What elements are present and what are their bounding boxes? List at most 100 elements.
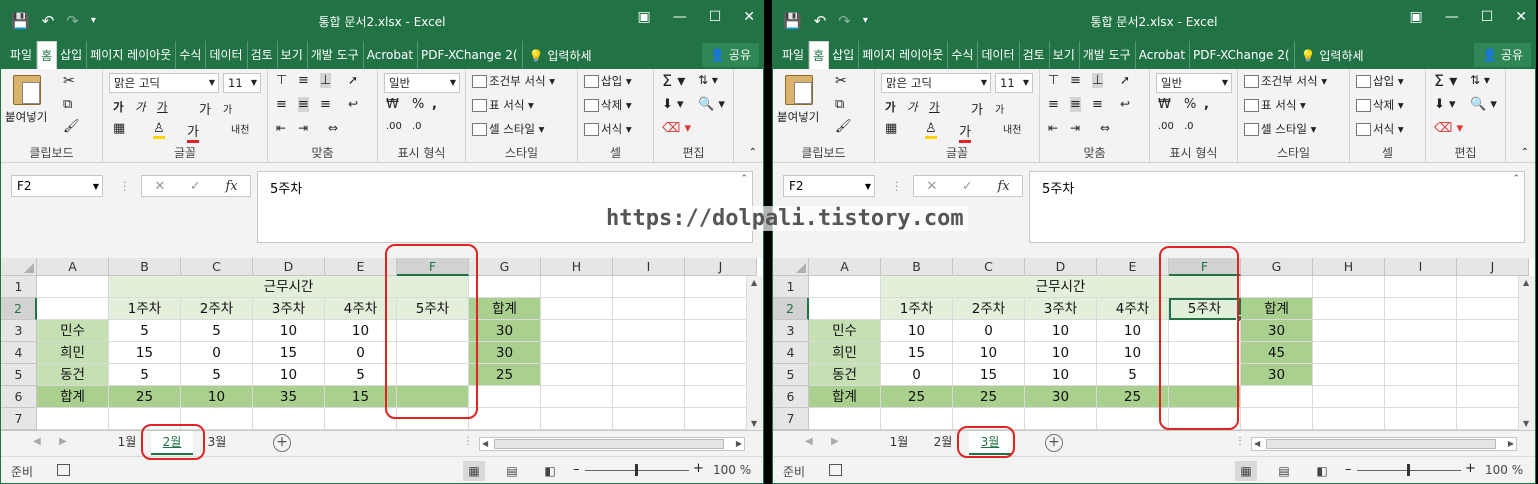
column-header[interactable]: G	[469, 258, 541, 276]
maximize-icon[interactable]: ☐	[1481, 9, 1494, 25]
column-header[interactable]: D	[1025, 258, 1097, 276]
cell[interactable]	[1313, 320, 1385, 342]
cell[interactable]: 45	[1241, 342, 1313, 364]
cell[interactable]: 동건	[37, 364, 109, 386]
styles-item-0[interactable]: 조건부 서식 ▾	[472, 73, 555, 89]
formula-bar[interactable]: 5주차 ⌃	[1029, 171, 1525, 243]
cell[interactable]: 2주차	[953, 298, 1025, 320]
column-header[interactable]: J	[1457, 258, 1529, 276]
scroll-thumb[interactable]	[494, 439, 724, 449]
cell[interactable]: 근무시간	[109, 276, 469, 298]
decrease-decimal-icon[interactable]: .0	[1184, 121, 1194, 132]
styles-item-1[interactable]: 표 서식 ▾	[1244, 97, 1306, 113]
cell[interactable]	[1313, 298, 1385, 320]
select-all-button[interactable]	[773, 258, 809, 276]
cell[interactable]	[541, 408, 613, 430]
orientation-icon[interactable]: ➚	[1120, 73, 1130, 87]
close-icon[interactable]: ✕	[1515, 9, 1527, 25]
cell[interactable]	[1169, 386, 1241, 408]
sheet-tab-1[interactable]: 2월	[151, 431, 193, 455]
cell[interactable]	[1241, 408, 1313, 430]
autosum-icon[interactable]: Σ ▾	[1434, 71, 1457, 90]
cell[interactable]: 10	[1025, 364, 1097, 386]
zoom-in-icon[interactable]: +	[1465, 461, 1476, 476]
cell[interactable]	[397, 364, 469, 386]
cell[interactable]	[1313, 386, 1385, 408]
zoom-out-icon[interactable]: –	[1345, 462, 1352, 477]
cell[interactable]: 30	[1241, 364, 1313, 386]
cell[interactable]	[613, 276, 685, 298]
paste-button[interactable]: 붙여넣기	[777, 109, 819, 125]
tab-0[interactable]: 파일	[7, 41, 38, 69]
column-header[interactable]: A	[37, 258, 109, 276]
clear-icon[interactable]: ⌫ ▾	[1434, 121, 1463, 136]
cell[interactable]: 15	[109, 342, 181, 364]
drag-handle-icon[interactable]: ⋮	[891, 179, 903, 193]
percent-icon[interactable]: %	[412, 97, 424, 112]
cell[interactable]	[541, 298, 613, 320]
format-painter-icon[interactable]: 🖌	[835, 119, 852, 134]
close-icon[interactable]: ✕	[743, 9, 755, 25]
zoom-slider-thumb[interactable]	[1407, 464, 1410, 476]
cell[interactable]: 15	[881, 342, 953, 364]
font-name-select[interactable]: 맑은 고딕 ▼	[109, 73, 219, 93]
orientation-icon[interactable]: ➚	[348, 73, 358, 87]
scroll-down-icon[interactable]: ▼	[1523, 419, 1529, 428]
sheet-tab-2[interactable]: 3월	[969, 431, 1011, 455]
shrink-font-icon[interactable]: 가	[223, 101, 232, 116]
font-color-icon[interactable]: 가	[187, 121, 199, 143]
name-box[interactable]: F2 ▼	[783, 175, 875, 197]
page-layout-view-icon[interactable]: ▤	[501, 461, 523, 481]
column-header[interactable]: I	[1385, 258, 1457, 276]
underline-icon[interactable]: 가	[157, 99, 168, 115]
cancel-icon[interactable]: ✕	[154, 179, 165, 194]
tell-me-box[interactable]: 💡 입력하세	[529, 47, 592, 64]
styles-item-0[interactable]: 조건부 서식 ▾	[1244, 73, 1327, 89]
tab-1[interactable]: 홈	[809, 41, 830, 69]
column-header[interactable]: C	[181, 258, 253, 276]
cell[interactable]	[1385, 408, 1457, 430]
wrap-text-icon[interactable]: ↩	[348, 97, 358, 111]
row-header[interactable]: 2	[773, 298, 809, 320]
column-header[interactable]: A	[809, 258, 881, 276]
grow-font-icon[interactable]: 가	[971, 99, 983, 118]
cell[interactable]	[469, 276, 541, 298]
column-header[interactable]: E	[1097, 258, 1169, 276]
page-break-view-icon[interactable]: ◧	[539, 461, 561, 481]
comma-icon[interactable]: ,	[1204, 97, 1209, 112]
cell[interactable]	[809, 276, 881, 298]
drag-handle-icon[interactable]: ⋮	[119, 179, 131, 193]
cell[interactable]: 4주차	[1097, 298, 1169, 320]
cell[interactable]: 5주차	[1169, 298, 1243, 322]
cell[interactable]: 1주차	[109, 298, 181, 320]
row-header[interactable]: 1	[773, 276, 809, 298]
cell[interactable]: 10	[1097, 320, 1169, 342]
zoom-slider-thumb[interactable]	[635, 464, 638, 476]
align-center-icon[interactable]: ≡	[1070, 97, 1081, 112]
row-header[interactable]: 1	[1, 276, 37, 298]
increase-indent-icon[interactable]: ⇥	[1070, 121, 1080, 135]
format-painter-icon[interactable]: 🖌	[63, 119, 80, 134]
enter-icon[interactable]: ✓	[190, 179, 201, 194]
sheet-tab-0[interactable]: 1월	[879, 431, 919, 455]
cell[interactable]	[1313, 342, 1385, 364]
font-size-select[interactable]: 11 ▼	[995, 73, 1033, 93]
cell[interactable]	[1169, 408, 1241, 430]
align-left-icon[interactable]: ≡	[276, 97, 287, 112]
cell[interactable]	[613, 298, 685, 320]
insert-function-icon[interactable]: fx	[997, 179, 1009, 194]
cell[interactable]	[809, 408, 881, 430]
cell[interactable]: 4주차	[325, 298, 397, 320]
cell[interactable]: 30	[1025, 386, 1097, 408]
merge-center-icon[interactable]: ⇔	[1100, 121, 1110, 135]
tab-split-icon[interactable]: ⋮	[463, 436, 473, 447]
prev-sheet-icon[interactable]: ◀	[805, 436, 813, 447]
tab-3[interactable]: 페이지 레이아웃	[87, 41, 177, 69]
decrease-decimal-icon[interactable]: .0	[412, 121, 422, 132]
tab-6[interactable]: 검토	[1020, 41, 1050, 69]
align-bottom-icon[interactable]: ⊥	[1092, 73, 1104, 88]
cell[interactable]: 25	[109, 386, 181, 408]
ribbon-display-icon[interactable]: ▣	[1409, 9, 1422, 25]
styles-item-2[interactable]: 셀 스타일 ▾	[472, 121, 544, 137]
decrease-indent-icon[interactable]: ⇤	[276, 121, 286, 135]
